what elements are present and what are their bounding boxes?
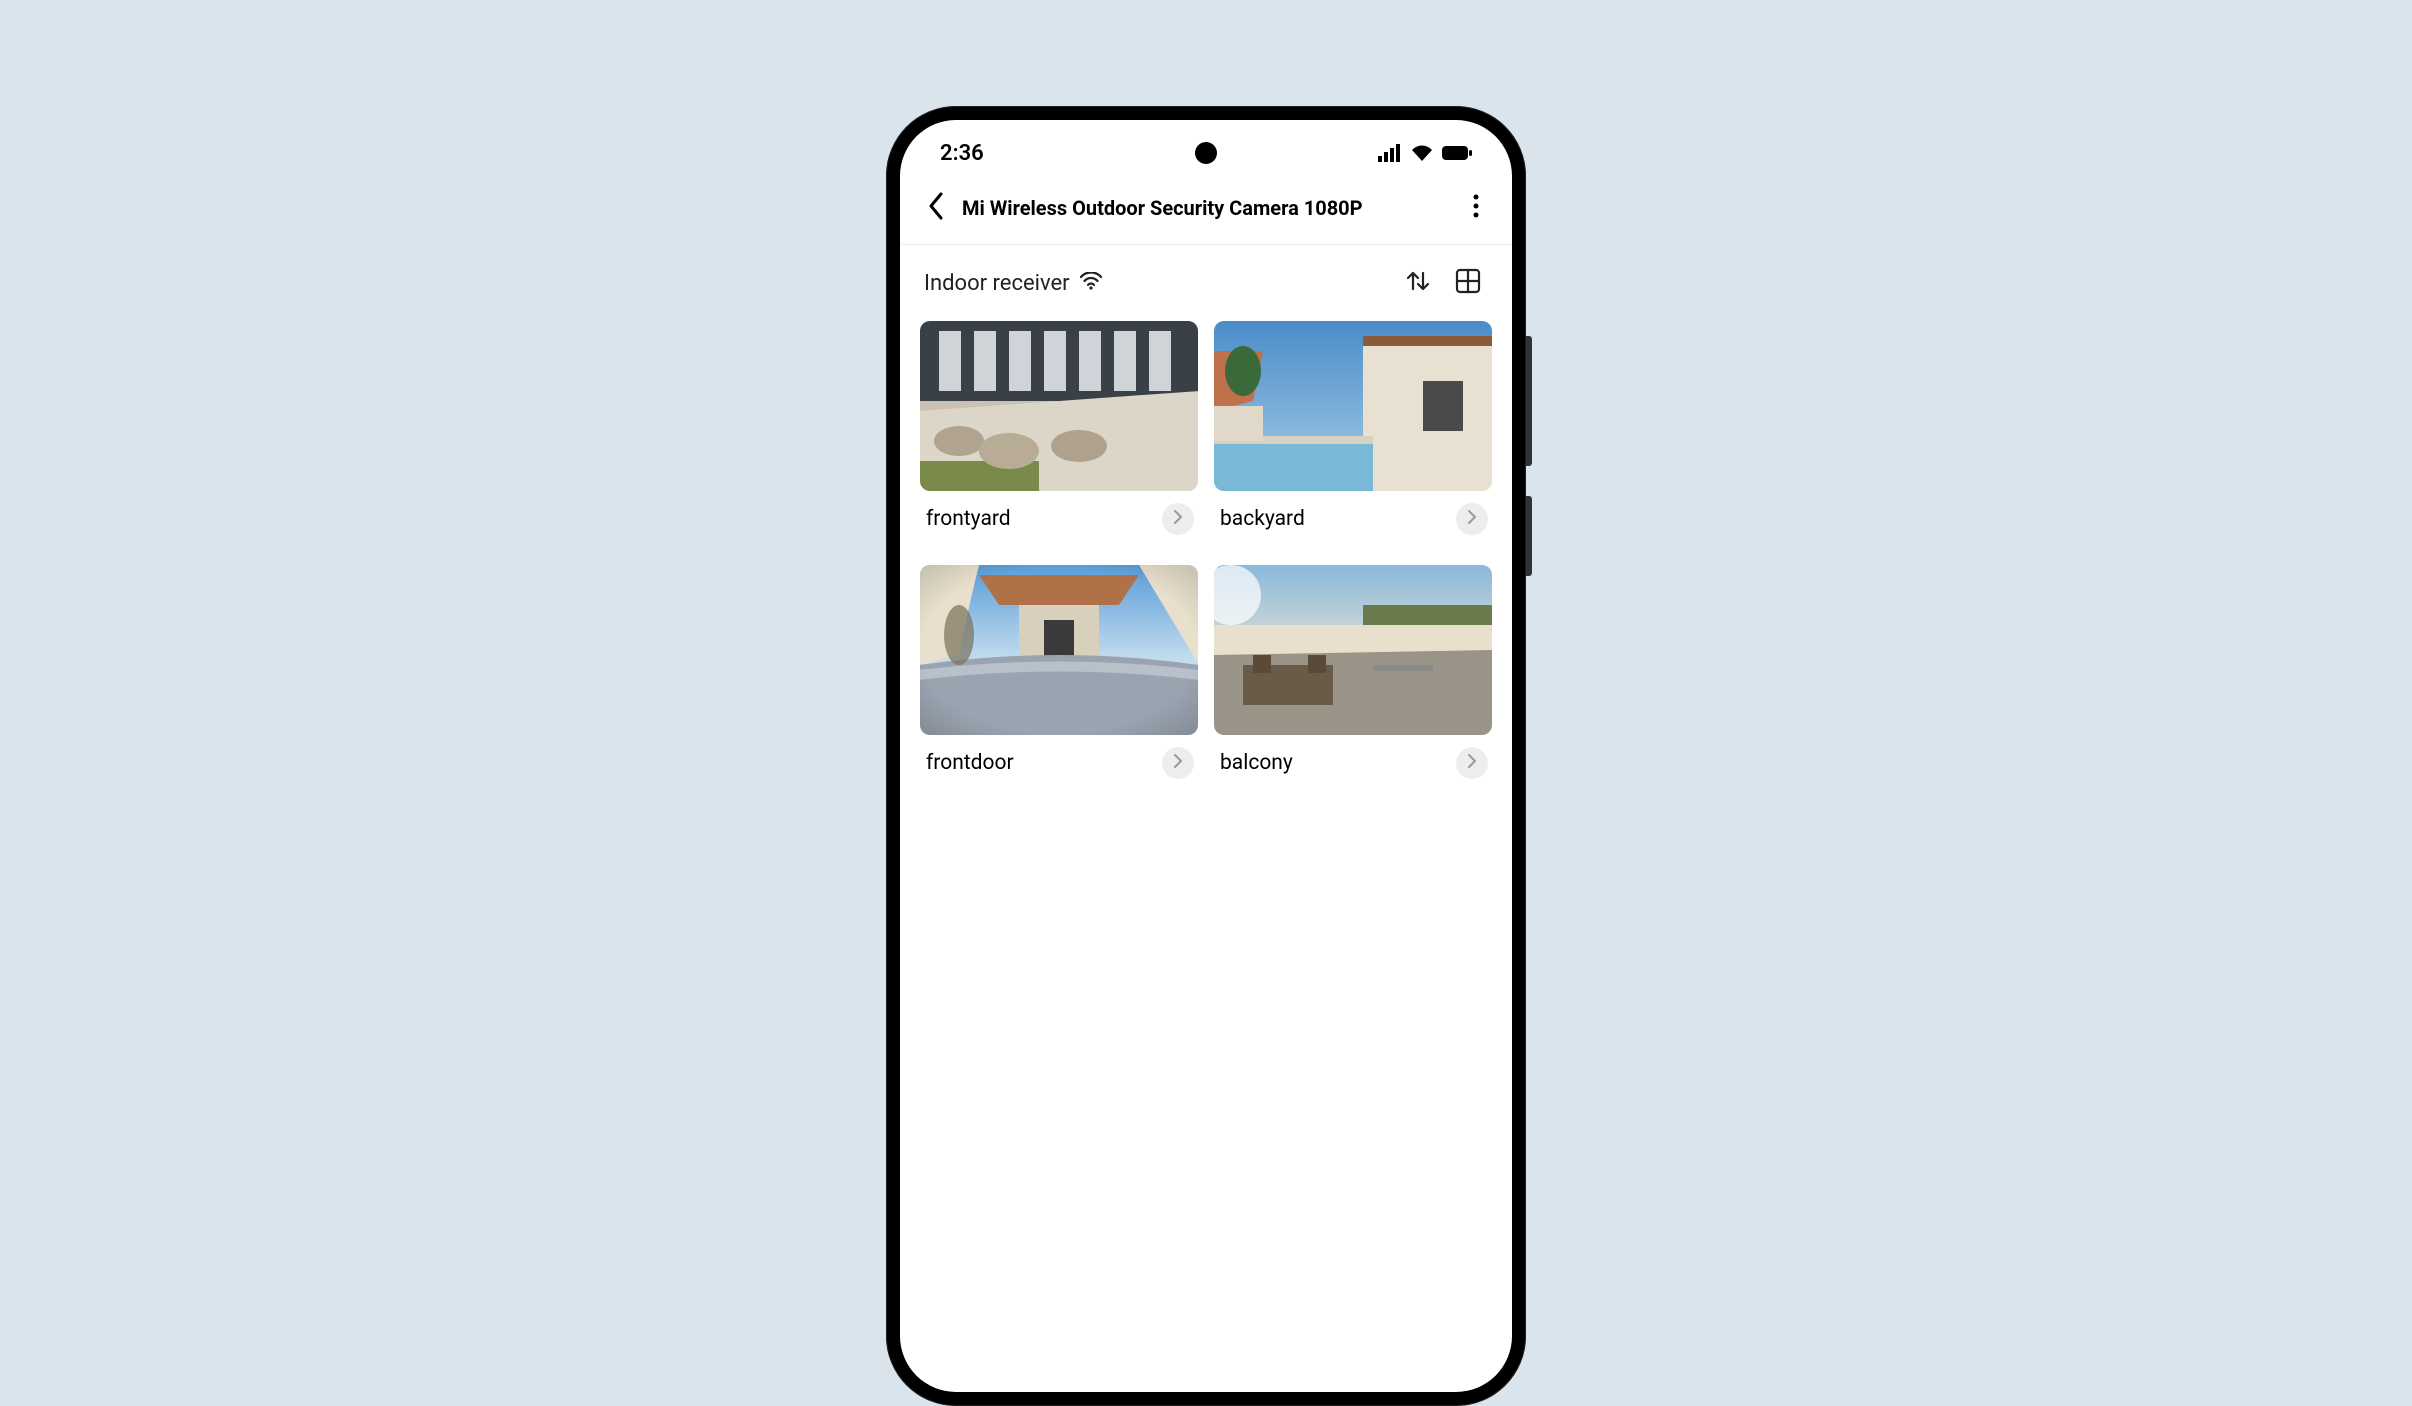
status-icons <box>1378 144 1472 162</box>
chevron-right-icon <box>1173 509 1183 529</box>
sort-icon <box>1404 267 1432 299</box>
grid-icon <box>1454 267 1482 299</box>
sort-button[interactable] <box>1398 263 1438 303</box>
camera-card-frontdoor[interactable]: frontdoor <box>920 565 1198 793</box>
camera-detail-button[interactable] <box>1162 503 1194 535</box>
status-time: 2:36 <box>940 141 984 166</box>
more-vertical-icon <box>1473 194 1479 222</box>
back-button[interactable] <box>918 190 954 226</box>
battery-icon <box>1442 145 1472 161</box>
page-title: Mi Wireless Outdoor Security Camera 1080… <box>962 196 1450 220</box>
camera-thumbnail <box>1214 321 1492 491</box>
phone-frame: 2:36 <box>886 106 1526 1406</box>
camera-grid: frontyard <box>900 321 1512 793</box>
camera-row: frontyard <box>920 491 1198 549</box>
camera-label: balcony <box>1220 751 1293 775</box>
camera-detail-button[interactable] <box>1456 503 1488 535</box>
chevron-right-icon <box>1173 753 1183 773</box>
chevron-right-icon <box>1467 509 1477 529</box>
phone-volume-button <box>1526 336 1532 466</box>
app-bar: Mi Wireless Outdoor Security Camera 1080… <box>900 178 1512 244</box>
camera-notch <box>1195 142 1217 164</box>
camera-thumbnail <box>920 321 1198 491</box>
camera-card-balcony[interactable]: balcony <box>1214 565 1492 793</box>
receiver-label: Indoor receiver <box>924 271 1070 296</box>
phone-power-button <box>1526 496 1532 576</box>
chevron-left-icon <box>927 192 945 224</box>
signal-icon <box>1378 144 1402 162</box>
camera-label: frontyard <box>926 507 1011 531</box>
camera-detail-button[interactable] <box>1162 747 1194 779</box>
receiver-row: Indoor receiver <box>900 245 1512 321</box>
wifi-icon <box>1080 272 1102 294</box>
chevron-right-icon <box>1467 753 1477 773</box>
camera-row: frontdoor <box>920 735 1198 793</box>
camera-thumbnail <box>920 565 1198 735</box>
camera-card-backyard[interactable]: backyard <box>1214 321 1492 549</box>
camera-thumbnail <box>1214 565 1492 735</box>
camera-label: backyard <box>1220 507 1305 531</box>
camera-row: backyard <box>1214 491 1492 549</box>
camera-card-frontyard[interactable]: frontyard <box>920 321 1198 549</box>
camera-label: frontdoor <box>926 751 1014 775</box>
more-button[interactable] <box>1458 190 1494 226</box>
wifi-icon <box>1410 144 1434 162</box>
camera-row: balcony <box>1214 735 1492 793</box>
screen: 2:36 <box>900 120 1512 1392</box>
camera-detail-button[interactable] <box>1456 747 1488 779</box>
grid-view-button[interactable] <box>1448 263 1488 303</box>
